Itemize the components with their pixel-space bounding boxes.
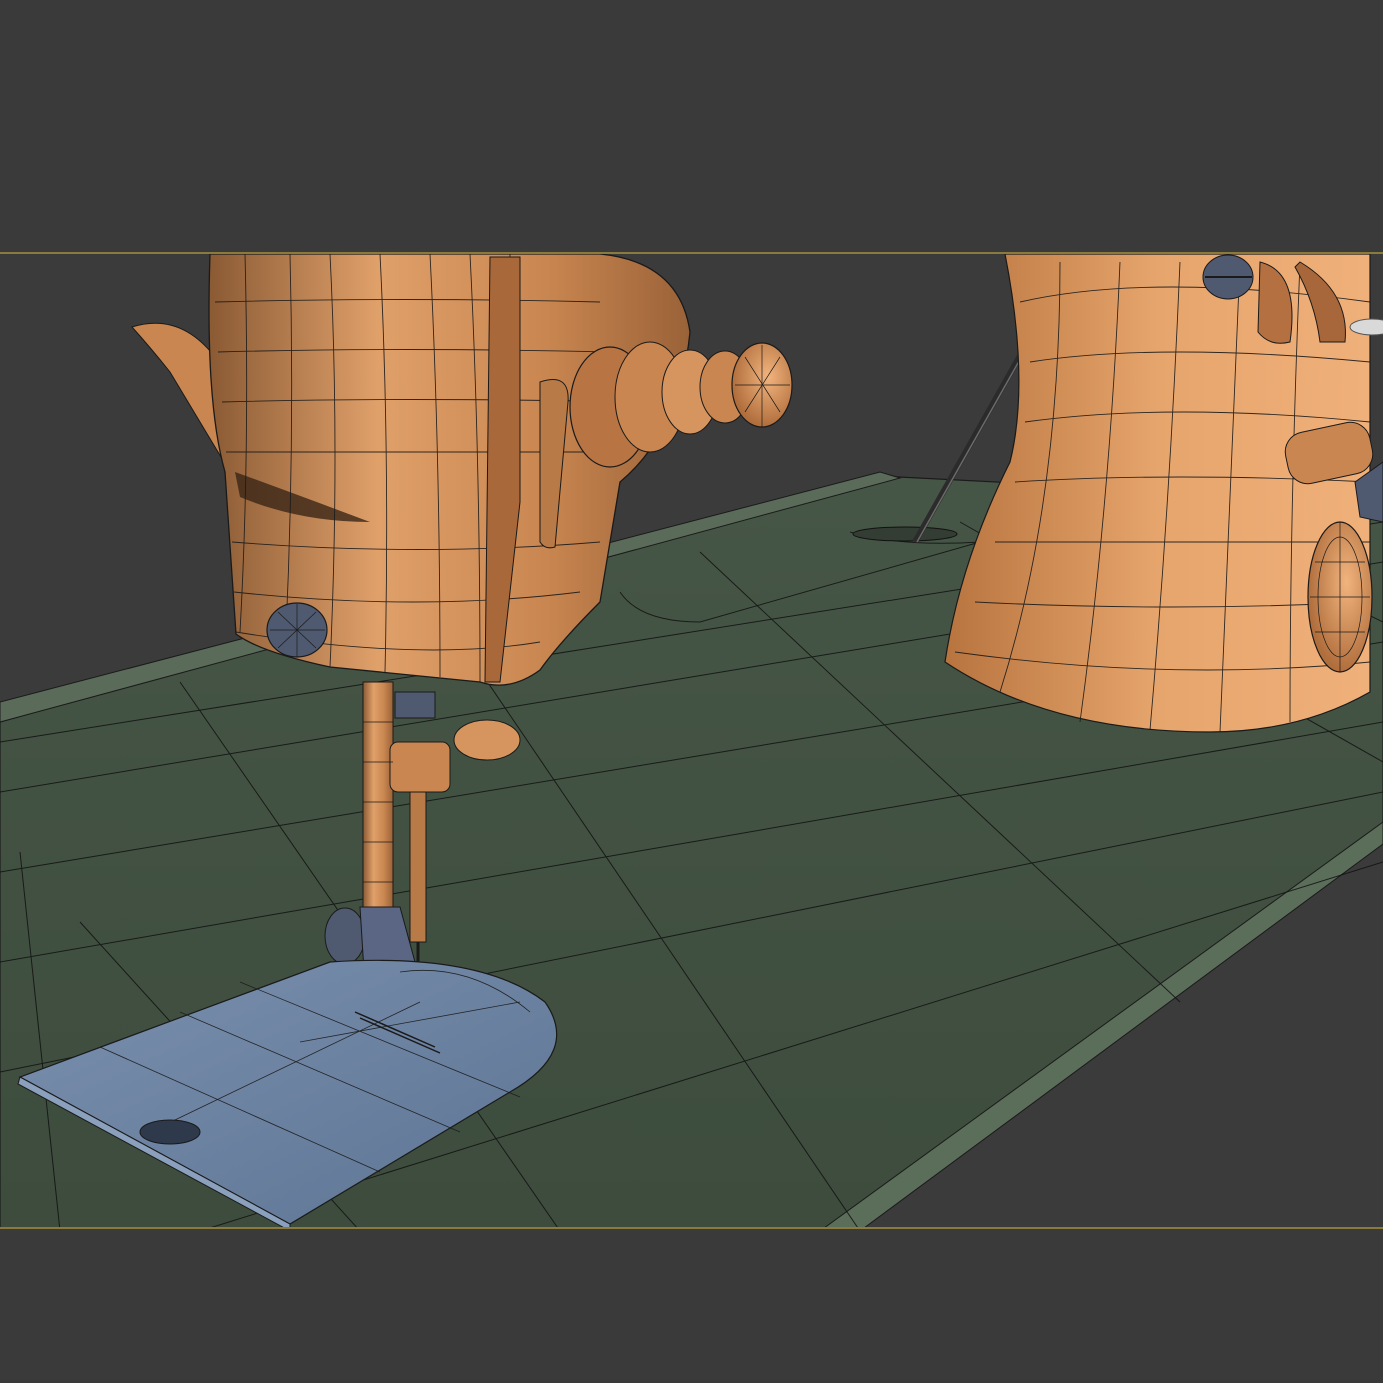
thumb-screw[interactable] [266,602,328,658]
scene-canvas[interactable] [0,254,1383,1229]
viewport-safe-frame[interactable] [0,252,1383,1229]
